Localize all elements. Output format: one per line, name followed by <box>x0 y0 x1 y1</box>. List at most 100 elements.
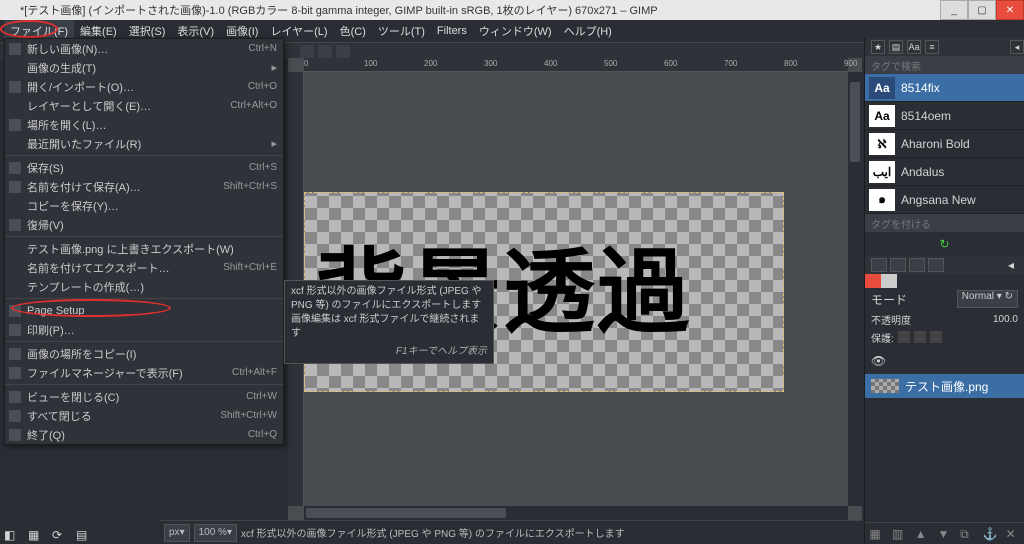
menu-item-shortcut: Shift+Ctrl+S <box>223 181 277 192</box>
menu-item[interactable]: ファイルマネージャーで表示(F)Ctrl+Alt+F <box>5 363 283 382</box>
menu-item[interactable]: Page Setup <box>5 301 283 320</box>
tab-menu-icon[interactable]: ◂ <box>1010 40 1024 54</box>
tool-icon[interactable]: ◧ <box>4 528 18 542</box>
menu-item-label: コピーを保存(Y)… <box>27 198 119 214</box>
maximize-button[interactable]: ▢ <box>968 0 996 20</box>
font-preview: Aa <box>869 105 895 127</box>
status-message: xcf 形式以外の画像ファイル形式 (JPEG や PNG 等) のファイルにエ… <box>241 525 625 540</box>
file-menu-dropdown: 新しい画像(N)…Ctrl+N画像の生成(T)▸開く/インポート(O)…Ctrl… <box>4 38 284 445</box>
tab-icon[interactable]: ★ <box>871 40 885 54</box>
dock-tabs-top: ★ ▤ Aa ≡ ◂ <box>865 38 1024 56</box>
tag-search[interactable]: タグで検索 <box>865 56 1024 74</box>
menu-色[interactable]: 色(C) <box>334 20 372 42</box>
tag-add[interactable]: タグを付ける <box>865 214 1024 232</box>
font-item[interactable]: ๑Angsana New <box>865 186 1024 214</box>
menu-filters[interactable]: Filters <box>431 22 473 40</box>
lock-position-icon[interactable] <box>914 331 926 343</box>
menu-item[interactable]: レイヤーとして開く(E)…Ctrl+Alt+O <box>5 96 283 115</box>
delete-layer-icon[interactable]: ✕ <box>1006 527 1020 541</box>
menu-item-shortcut: Shift+Ctrl+W <box>220 410 277 421</box>
lock-alpha-icon[interactable] <box>930 331 942 343</box>
tab-icon[interactable]: ≡ <box>925 40 939 54</box>
menu-item[interactable]: テンプレートの作成(…) <box>5 277 283 296</box>
menu-item-label: テスト画像.png に上書きエクスポート(W) <box>27 241 234 257</box>
opacity-value[interactable]: 100.0 <box>993 314 1018 325</box>
lock-pixels-icon[interactable] <box>898 331 910 343</box>
tooltip-help-hint: F1キーでヘルプ表示 <box>291 345 487 359</box>
menu-item[interactable]: 新しい画像(N)…Ctrl+N <box>5 39 283 58</box>
refresh-button[interactable]: ↻ <box>865 232 1024 256</box>
toolbar-icon[interactable] <box>300 45 314 59</box>
layer-name: テスト画像.png <box>905 378 988 395</box>
menu-item-label: 保存(S) <box>27 160 64 176</box>
tool-icon[interactable]: ▦ <box>28 528 42 542</box>
font-item[interactable]: ℵAharoni Bold <box>865 130 1024 158</box>
tab-icon[interactable]: Aa <box>907 40 921 54</box>
menu-item-label: ビューを閉じる(C) <box>27 389 119 405</box>
eye-icon[interactable]: 👁 <box>871 354 887 370</box>
font-item[interactable]: Aa8514fix <box>865 74 1024 102</box>
menu-item[interactable]: テスト画像.png に上書きエクスポート(W) <box>5 239 283 258</box>
tab-paths-icon[interactable] <box>909 258 925 272</box>
new-layer-icon[interactable]: ▦ <box>869 527 883 541</box>
menu-ウィンドウ[interactable]: ウィンドウ(W) <box>473 20 558 42</box>
menu-item[interactable]: 保存(S)Ctrl+S <box>5 158 283 177</box>
menu-item-label: テンプレートの作成(…) <box>27 279 144 295</box>
menu-item[interactable]: 終了(Q)Ctrl+Q <box>5 425 283 444</box>
toolbar-icon[interactable] <box>336 45 350 59</box>
menu-item-shortcut: Shift+Ctrl+E <box>223 262 277 273</box>
scrollbar-vertical[interactable] <box>848 72 862 506</box>
menu-item-icon <box>9 181 21 193</box>
menu-item[interactable]: 復帰(V) <box>5 215 283 234</box>
menu-item[interactable]: 開く/インポート(O)…Ctrl+O <box>5 77 283 96</box>
menu-item-shortcut: Ctrl+N <box>248 43 277 54</box>
lower-layer-icon[interactable]: ▼ <box>937 527 951 541</box>
menu-item-shortcut: Ctrl+Alt+O <box>230 100 277 111</box>
tab-undo-icon[interactable] <box>928 258 944 272</box>
layer-thumbnail <box>871 379 899 393</box>
tab-channels-icon[interactable] <box>890 258 906 272</box>
font-list[interactable]: Aa8514fixAa8514oemℵAharoni BoldايبAndalu… <box>865 74 1024 214</box>
unit-select[interactable]: px ▾ <box>164 524 190 542</box>
menu-ヘルプ[interactable]: ヘルプ(H) <box>558 20 618 42</box>
menu-item-icon <box>9 119 21 131</box>
tooltip-text: xcf 形式以外の画像ファイル形式 (JPEG や PNG 等) のファイルにエ… <box>291 285 487 341</box>
tab-menu-icon[interactable]: ◂ <box>1008 258 1024 272</box>
raise-layer-icon[interactable]: ▲ <box>915 527 929 541</box>
zoom-select[interactable]: 100 % ▾ <box>194 524 237 542</box>
toolbar-icon[interactable] <box>318 45 332 59</box>
tab-icon[interactable]: ▤ <box>889 40 903 54</box>
menu-item[interactable]: 画像の場所をコピー(I) <box>5 344 283 363</box>
font-item[interactable]: Aa8514oem <box>865 102 1024 130</box>
layer-item[interactable]: 👁 <box>865 350 1024 374</box>
layer-list[interactable]: 👁 テスト画像.png <box>865 346 1024 522</box>
menu-item[interactable]: すべて閉じるShift+Ctrl+W <box>5 406 283 425</box>
scrollbar-horizontal[interactable] <box>304 506 848 520</box>
close-button[interactable]: ✕ <box>996 0 1024 20</box>
tab-layers-icon[interactable] <box>871 258 887 272</box>
menu-item-label: ファイルマネージャーで表示(F) <box>27 365 183 381</box>
menu-item-shortcut: Ctrl+O <box>248 81 277 92</box>
layer-item[interactable]: テスト画像.png <box>865 374 1024 398</box>
menu-ツール[interactable]: ツール(T) <box>372 20 431 42</box>
menu-item[interactable]: コピーを保存(Y)… <box>5 196 283 215</box>
menu-item-icon <box>9 162 21 174</box>
tool-icon[interactable]: ⟳ <box>52 528 66 542</box>
minimize-button[interactable]: _ <box>940 0 968 20</box>
menu-item[interactable]: 画像の生成(T)▸ <box>5 58 283 77</box>
menu-item[interactable]: 印刷(P)… <box>5 320 283 339</box>
menu-item[interactable]: ビューを閉じる(C)Ctrl+W <box>5 387 283 406</box>
mode-select[interactable]: Normal ▾ ↻ <box>957 290 1018 308</box>
menu-item[interactable]: 名前を付けてエクスポート…Shift+Ctrl+E <box>5 258 283 277</box>
duplicate-layer-icon[interactable]: ⧉ <box>960 527 974 541</box>
menu-item[interactable]: 最近開いたファイル(R)▸ <box>5 134 283 153</box>
font-item[interactable]: ايبAndalus <box>865 158 1024 186</box>
layer-group-icon[interactable]: ▥ <box>892 527 906 541</box>
merge-layer-icon[interactable]: ⚓ <box>983 527 997 541</box>
tool-icon[interactable]: ▤ <box>76 528 90 542</box>
menu-item[interactable]: 場所を開く(L)… <box>5 115 283 134</box>
color-swatches[interactable] <box>865 274 1024 288</box>
menu-item-label: Page Setup <box>27 305 85 317</box>
menu-item-label: 終了(Q) <box>27 427 65 443</box>
menu-item[interactable]: 名前を付けて保存(A)…Shift+Ctrl+S <box>5 177 283 196</box>
